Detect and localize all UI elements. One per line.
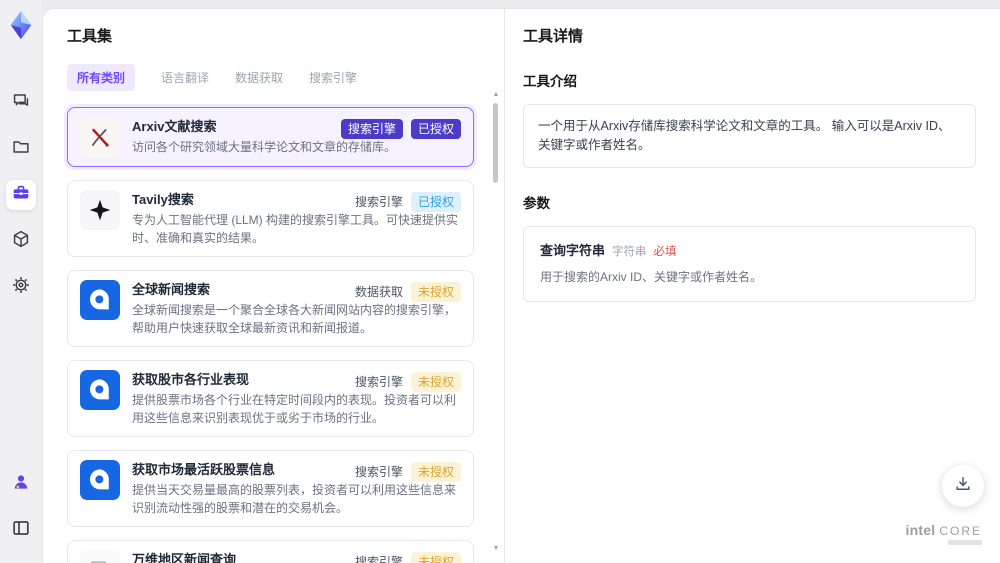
status-badge: 已授权 [410, 192, 461, 212]
sidebar-item-tools[interactable] [6, 180, 36, 210]
core-brand-text: CORE [939, 524, 982, 538]
scroll-up-arrow[interactable]: ▲ [491, 91, 501, 99]
chat-icon [10, 90, 32, 117]
tab-1[interactable]: 语言翻译 [161, 64, 209, 91]
panel-toggle-icon [10, 517, 32, 544]
qblue-icon [80, 280, 120, 320]
tool-detail-panel: 工具详情 工具介绍 一个用于从Arxiv存储库搜索科学论文和文章的工具。 输入可… [504, 9, 1000, 563]
category-tabs: 所有类别 语言翻译 数据获取 搜索引擎 [67, 64, 484, 91]
main-surface: 工具集 所有类别 语言翻译 数据获取 搜索引擎 Arxiv文献搜索 访问各个研究领域大… [42, 8, 1000, 563]
tool-description: 提供当天交易量最高的股票列表，投资者可以利用这些信息来识别流动性强的股票和潜在的… [132, 483, 457, 515]
detail-title: 工具详情 [523, 28, 584, 45]
tool-card-5[interactable]: 万维地区新闻查询 查询具体行政区划内的新闻，快速了解各地新闻动态 搜索引擎未授权 [67, 540, 474, 563]
param-type: 字符串 [612, 245, 647, 258]
tool-badges: 搜索引擎 未授权 [355, 372, 461, 392]
tool-badges: 搜索引擎 已授权 [340, 119, 461, 139]
sidebar [0, 0, 42, 563]
scrollbar-thumb[interactable] [493, 103, 498, 183]
tool-card-list: Arxiv文献搜索 访问各个研究领域大量科学论文和文章的存储库。 搜索引擎 已授权… [67, 107, 484, 563]
user-avatar-icon [10, 471, 32, 498]
tool-card-1[interactable]: Tavily搜索 专为人工智能代理 (LLM) 构建的搜索引擎工具。可快速提供实… [67, 180, 474, 257]
tool-badges: 数据获取 未授权 [355, 282, 461, 302]
sidebar-item-files[interactable] [6, 134, 36, 164]
tool-card-0[interactable]: Arxiv文献搜索 访问各个研究领域大量科学论文和文章的存储库。 搜索引擎 已授权 [67, 107, 474, 167]
intel-brand-text: intel [905, 522, 936, 538]
cube-icon [10, 228, 32, 255]
folder-icon [10, 136, 32, 163]
intro-box: 一个用于从Arxiv存储库搜索科学论文和文章的工具。 输入可以是Arxiv ID… [523, 104, 976, 168]
param-required-flag: 必填 [653, 245, 677, 258]
intel-core-logo: intel CORE [906, 522, 982, 545]
intro-text: 一个用于从Arxiv存储库搜索科学论文和文章的工具。 输入可以是Arxiv ID… [538, 119, 951, 152]
category-badge: 搜索引擎 [354, 375, 403, 389]
tool-badges: 搜索引擎 未授权 [355, 552, 461, 563]
intro-heading: 工具介绍 [523, 74, 577, 89]
sidebar-item-settings[interactable] [6, 272, 36, 302]
gear-icon [10, 274, 32, 301]
tool-description: 专为人工智能代理 (LLM) 构建的搜索引擎工具。可快速提供实时、准确和真实的结… [132, 213, 459, 245]
scroll-down-arrow[interactable]: ▼ [491, 545, 501, 553]
status-badge: 未授权 [410, 282, 461, 302]
category-badge: 搜索引擎 [354, 465, 403, 479]
app-window: 工具集 所有类别 语言翻译 数据获取 搜索引擎 Arxiv文献搜索 访问各个研究领域大… [0, 0, 1000, 563]
tool-description: 提供股票市场各个行业在特定时间段内的表现。投资者可以利用这些信息来识别表现优于或… [132, 393, 457, 425]
qblue-icon [80, 370, 120, 410]
arxiv-icon [80, 117, 120, 157]
tab-0[interactable]: 所有类别 [67, 64, 136, 91]
tool-badges: 搜索引擎 未授权 [355, 462, 461, 482]
download-icon [953, 474, 973, 499]
sidebar-item-plugins[interactable] [6, 226, 36, 256]
status-badge: 搜索引擎 [340, 119, 403, 139]
category-badge: 搜索引擎 [354, 555, 403, 563]
tab-3[interactable]: 搜索引擎 [309, 64, 357, 91]
param-card: 查询字符串 字符串 必填 用于搜索的Arxiv ID、关键字或作者姓名。 [523, 225, 976, 302]
tool-card-4[interactable]: 获取市场最活跃股票信息 提供当天交易量最高的股票列表，投资者可以利用这些信息来识… [67, 450, 474, 527]
param-description: 用于搜索的Arxiv ID、关键字或作者姓名。 [540, 269, 763, 284]
sparkle-icon [80, 190, 120, 230]
user-avatar[interactable] [6, 469, 36, 499]
status-badge: 未授权 [410, 462, 461, 482]
tool-list-panel: 工具集 所有类别 语言翻译 数据获取 搜索引擎 Arxiv文献搜索 访问各个研究领域大… [43, 9, 504, 563]
sidebar-item-chat[interactable] [6, 88, 36, 118]
status-badge: 未授权 [410, 552, 461, 563]
app-logo-icon [6, 10, 36, 40]
toolbox-icon [10, 182, 32, 209]
tool-badges: 搜索引擎 已授权 [355, 192, 461, 212]
list-scrollbar: ▲ ▼ [491, 91, 501, 553]
page-title: 工具集 [67, 28, 113, 45]
tab-2[interactable]: 数据获取 [235, 64, 283, 91]
category-badge: 搜索引擎 [354, 195, 403, 209]
params-heading: 参数 [523, 195, 550, 211]
tool-card-2[interactable]: 全球新闻搜索 全球新闻搜索是一个聚合全球各大新闻网站内容的搜索引擎，帮助用户快速… [67, 270, 474, 347]
qblue-icon [80, 460, 120, 500]
tool-description: 全球新闻搜索是一个聚合全球各大新闻网站内容的搜索引擎，帮助用户快速获取全球最新资… [132, 303, 457, 335]
tool-description: 访问各个研究领域大量科学论文和文章的存储库。 [132, 140, 397, 154]
newspaper-icon [80, 550, 120, 563]
intel-logo-sub-mark [948, 540, 982, 545]
param-name: 查询字符串 [540, 242, 606, 258]
status-badge: 已授权 [410, 119, 461, 139]
panel-toggle-button[interactable] [6, 515, 36, 545]
params-list: 查询字符串 字符串 必填 用于搜索的Arxiv ID、关键字或作者姓名。 [523, 225, 976, 302]
category-badge: 数据获取 [354, 285, 403, 299]
status-badge: 未授权 [410, 372, 461, 392]
tool-card-3[interactable]: 获取股市各行业表现 提供股票市场各个行业在特定时间段内的表现。投资者可以利用这些… [67, 360, 474, 437]
download-button[interactable] [942, 465, 984, 507]
